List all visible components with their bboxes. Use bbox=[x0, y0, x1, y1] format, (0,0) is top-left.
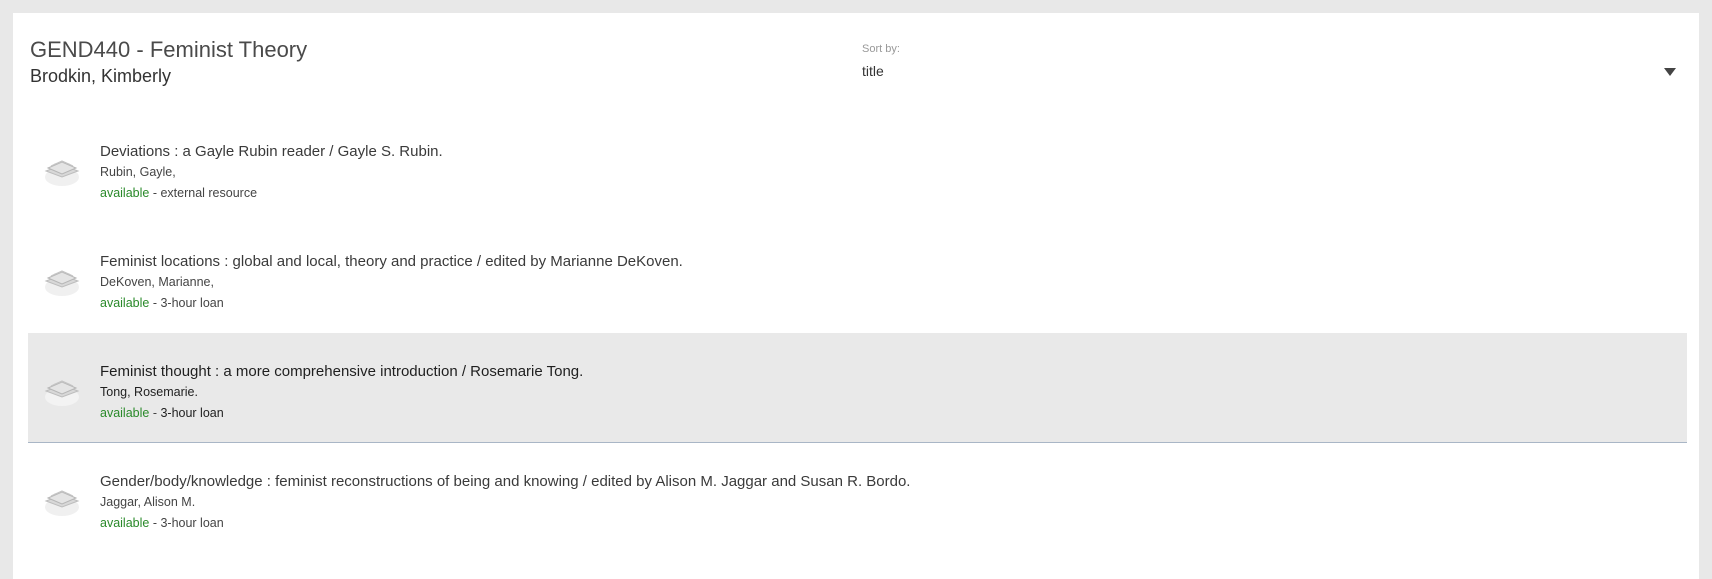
list-item[interactable]: Deviations : a Gayle Rubin reader / Gayl… bbox=[28, 113, 1687, 223]
availability-status: available bbox=[100, 406, 150, 420]
sort-control: Sort by: title bbox=[862, 43, 1682, 85]
reserves-list: Deviations : a Gayle Rubin reader / Gayl… bbox=[28, 113, 1687, 553]
item-title[interactable]: Deviations : a Gayle Rubin reader / Gayl… bbox=[100, 142, 1677, 162]
loan-type: external resource bbox=[160, 186, 258, 200]
status-separator: - bbox=[149, 406, 161, 420]
item-title[interactable]: Gender/body/knowledge : feminist reconst… bbox=[100, 472, 1677, 492]
sort-select[interactable]: title bbox=[862, 61, 1682, 85]
course-reserves-panel: GEND440 - Feminist Theory Brodkin, Kimbe… bbox=[13, 13, 1699, 579]
item-author: Jaggar, Alison M. bbox=[100, 495, 196, 509]
course-instructor: Brodkin, Kimberly bbox=[30, 66, 172, 86]
status-separator: - bbox=[149, 296, 161, 310]
availability-status: available bbox=[100, 186, 150, 200]
item-author: Tong, Rosemarie. bbox=[100, 385, 198, 399]
loan-type: 3-hour loan bbox=[160, 516, 224, 530]
list-item[interactable]: Gender/body/knowledge : feminist reconst… bbox=[28, 443, 1687, 553]
book-icon bbox=[44, 270, 80, 296]
item-title[interactable]: Feminist thought : a more comprehensive … bbox=[100, 362, 1677, 382]
item-status: available - 3-hour loan bbox=[100, 292, 1677, 314]
list-item[interactable]: Feminist locations : global and local, t… bbox=[28, 223, 1687, 333]
status-separator: - bbox=[149, 516, 161, 530]
item-status: available - external resource bbox=[100, 182, 1677, 204]
item-author: Rubin, Gayle, bbox=[100, 165, 176, 179]
book-icon bbox=[44, 160, 80, 186]
status-separator: - bbox=[149, 186, 161, 200]
availability-status: available bbox=[100, 296, 150, 310]
list-item-selected[interactable]: Feminist thought : a more comprehensive … bbox=[28, 333, 1687, 443]
sort-label: Sort by: bbox=[862, 43, 900, 55]
chevron-down-icon bbox=[1664, 68, 1676, 76]
book-icon bbox=[44, 380, 80, 406]
item-title[interactable]: Feminist locations : global and local, t… bbox=[100, 252, 1677, 272]
loan-type: 3-hour loan bbox=[160, 406, 224, 420]
item-status: available - 3-hour loan bbox=[100, 512, 1677, 534]
sort-value: title bbox=[862, 63, 884, 79]
book-icon bbox=[44, 490, 80, 516]
item-author: DeKoven, Marianne, bbox=[100, 275, 214, 289]
loan-type: 3-hour loan bbox=[160, 296, 224, 310]
item-status: available - 3-hour loan bbox=[100, 402, 1677, 424]
course-title: GEND440 - Feminist Theory bbox=[30, 37, 308, 62]
availability-status: available bbox=[100, 516, 150, 530]
